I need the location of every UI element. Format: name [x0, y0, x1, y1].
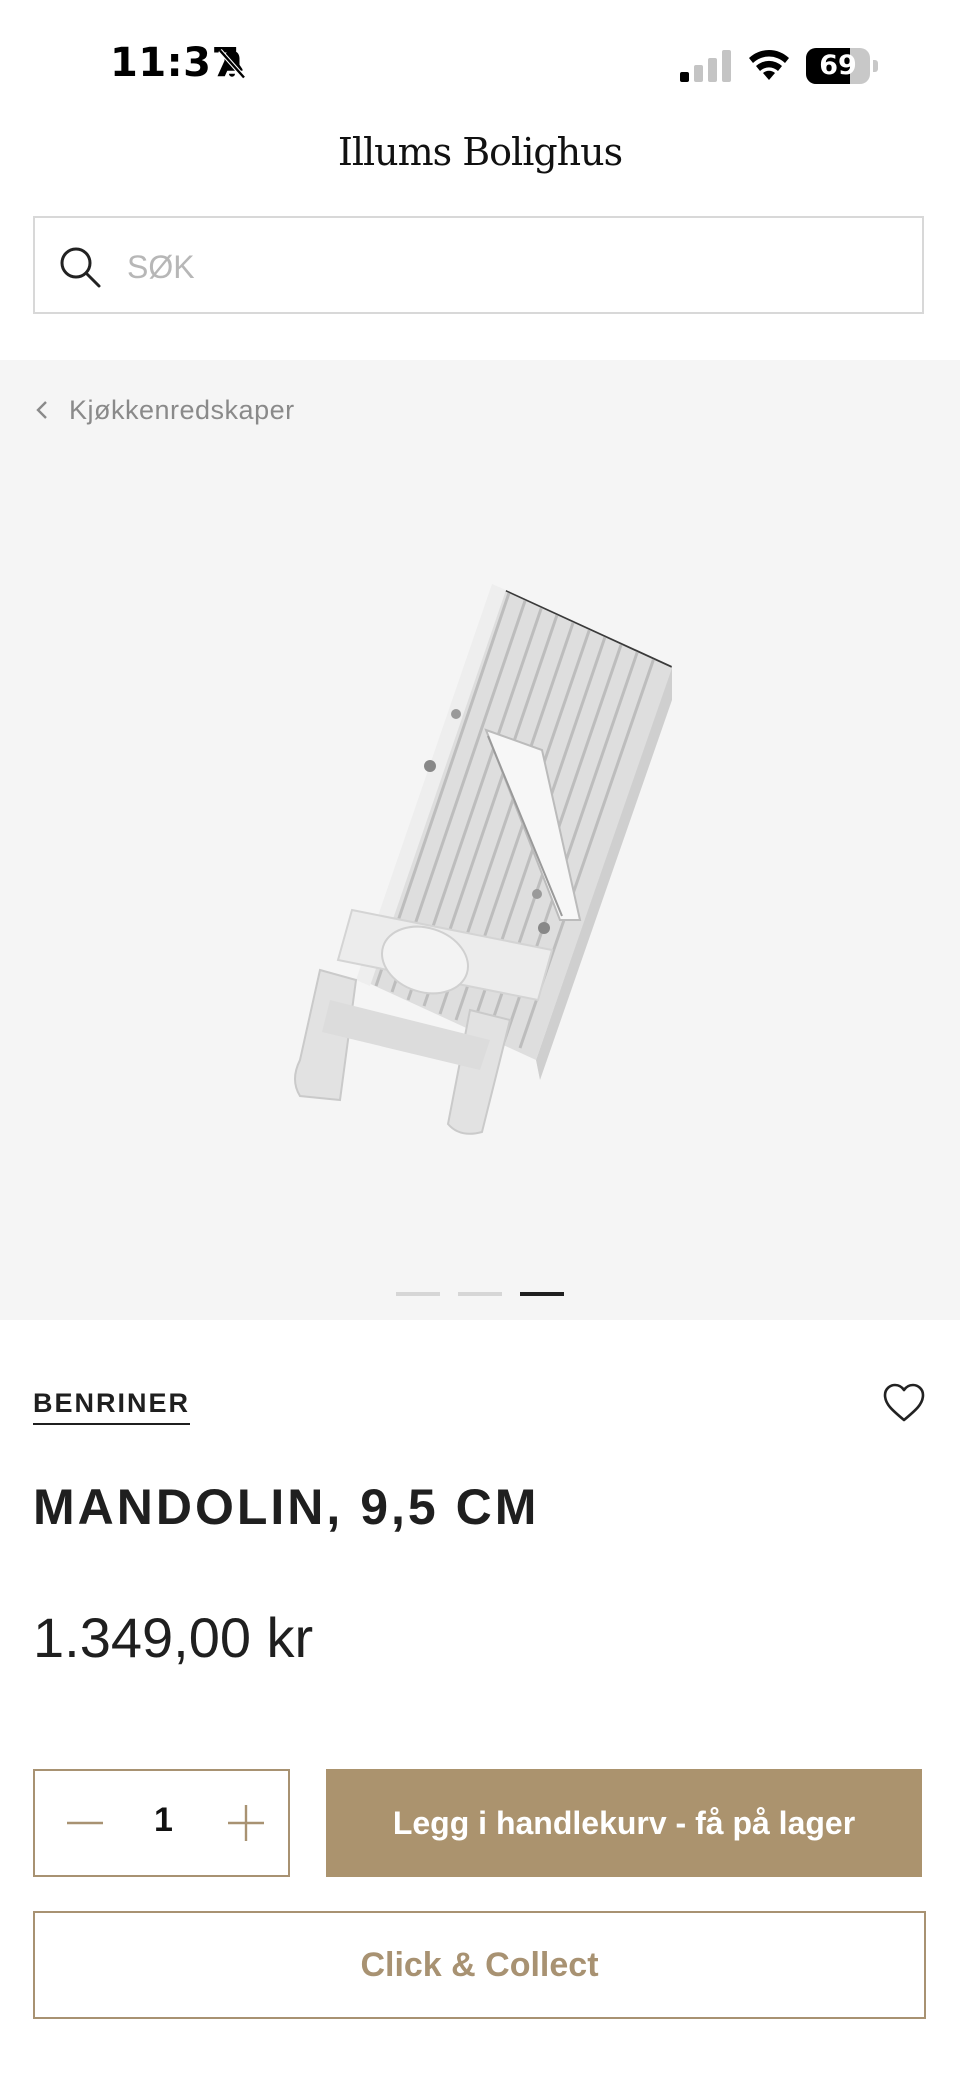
minus-icon[interactable]	[63, 1801, 107, 1845]
click-and-collect-button[interactable]: Click & Collect	[33, 1911, 926, 2019]
quantity-stepper: 1	[33, 1769, 290, 1877]
wifi-icon	[749, 50, 789, 80]
search-bar[interactable]	[33, 216, 924, 314]
brand-link[interactable]: BENRINER	[33, 1388, 191, 1425]
search-icon	[60, 247, 101, 288]
chevron-left-icon	[36, 401, 47, 419]
product-gallery[interactable]: Kjøkkenredskaper	[0, 360, 960, 1320]
battery-icon: 69	[806, 48, 878, 84]
quantity-value[interactable]: 1	[135, 1801, 192, 1840]
gallery-dot-1[interactable]	[396, 1292, 440, 1296]
plus-icon[interactable]	[224, 1801, 268, 1845]
gallery-dot-2[interactable]	[458, 1292, 502, 1296]
status-bar: 11:37 69	[0, 0, 960, 120]
signal-icon	[680, 50, 731, 82]
bell-slash-icon	[218, 49, 246, 79]
breadcrumb[interactable]: Kjøkkenredskaper	[33, 390, 295, 430]
battery-level: 69	[819, 50, 857, 81]
add-to-cart-button[interactable]: Legg i handlekurv - få på lager	[326, 1769, 922, 1877]
breadcrumb-label: Kjøkkenredskaper	[69, 394, 295, 425]
gallery-dot-3[interactable]	[520, 1292, 564, 1296]
heart-icon[interactable]	[882, 1382, 926, 1424]
product-title: MANDOLIN, 9,5 CM	[33, 1479, 540, 1535]
site-logo[interactable]: Illums Bolighus	[0, 130, 960, 174]
search-input[interactable]	[125, 236, 889, 298]
product-image[interactable]	[270, 540, 690, 1140]
product-price: 1.349,00 kr	[33, 1606, 314, 1669]
gallery-pagination[interactable]	[0, 1292, 960, 1296]
